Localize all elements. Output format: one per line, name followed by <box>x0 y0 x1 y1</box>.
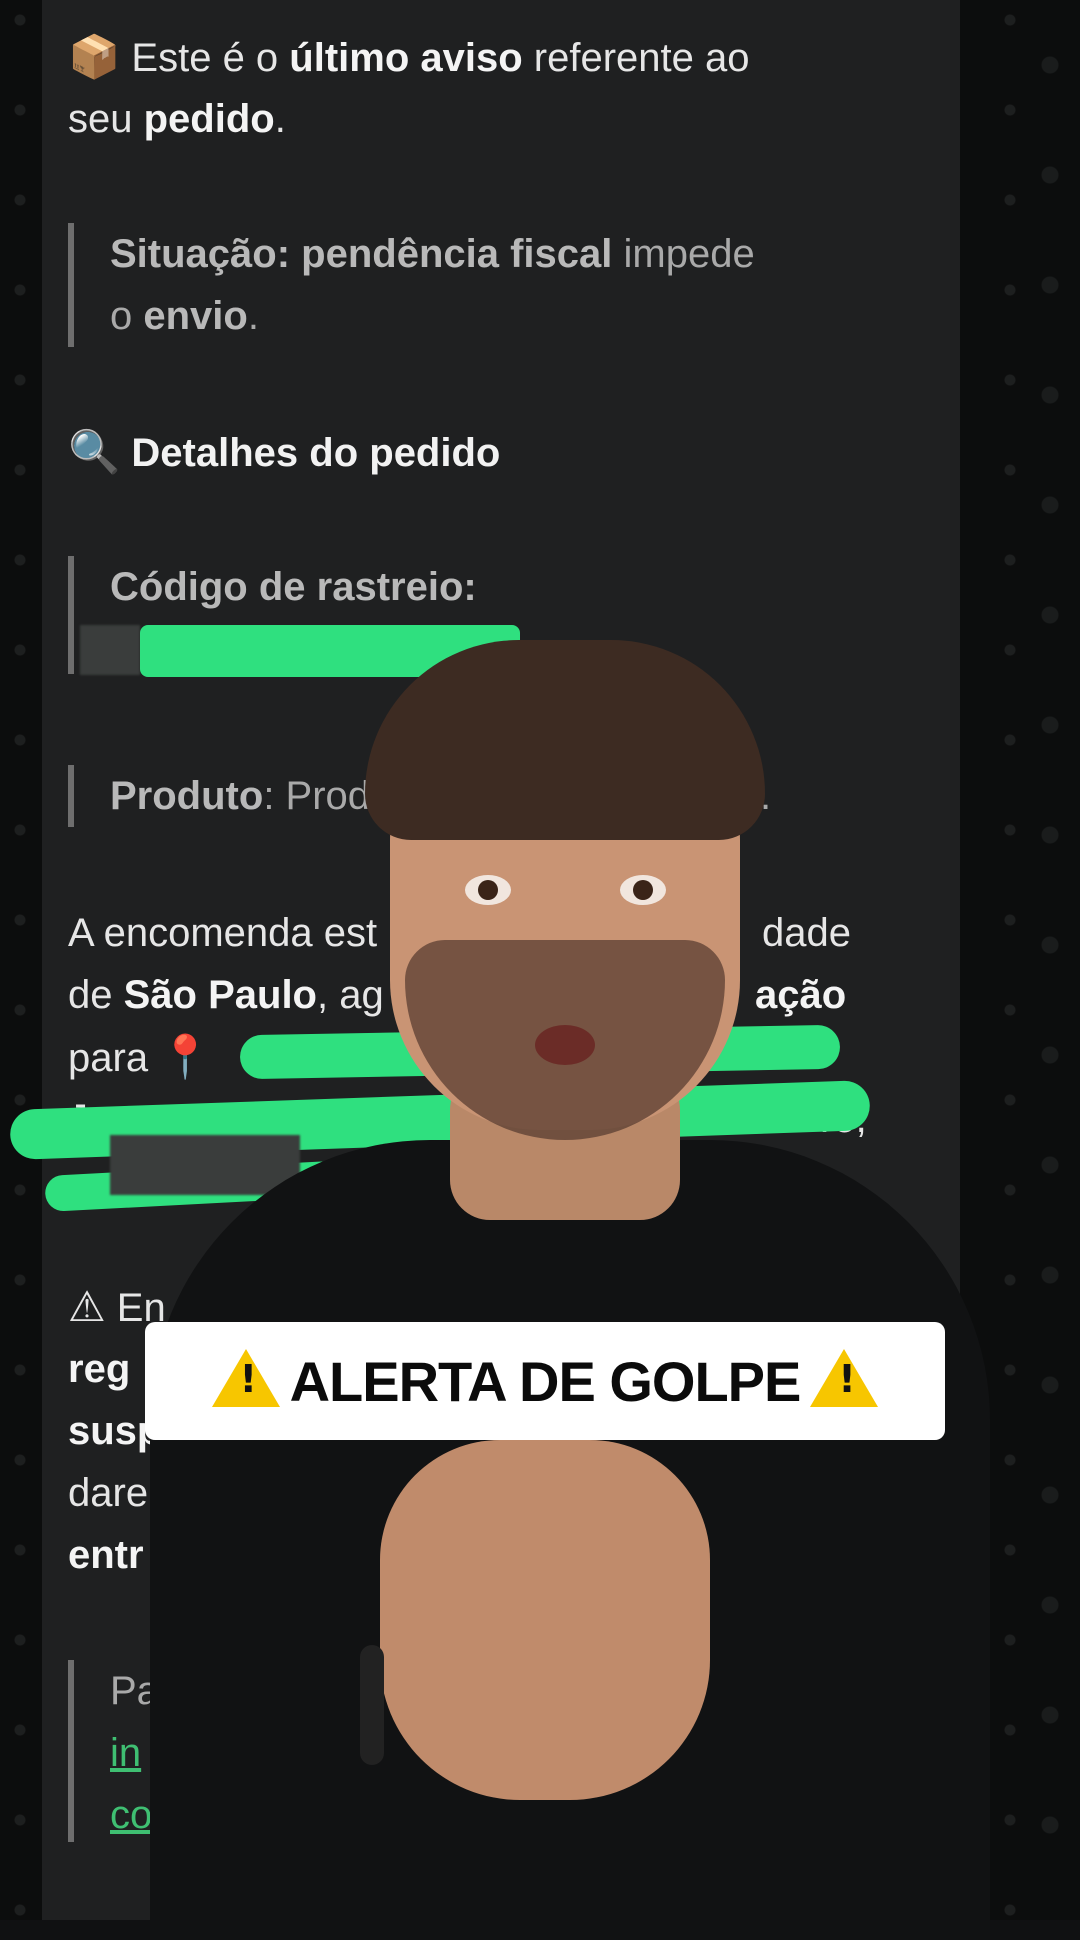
package-icon: 📦 <box>68 32 121 81</box>
warning-icon: ⚠ <box>68 1282 106 1331</box>
scam-alert-caption: ALERTA DE GOLPE <box>145 1322 945 1440</box>
eye <box>465 875 511 905</box>
presenter-hands <box>380 1440 710 1800</box>
situation-quote: Situação: pendência fiscal impede o envi… <box>68 223 755 347</box>
eye <box>620 875 666 905</box>
warning-line-2: reg <box>68 1347 131 1391</box>
intro-line-1: 📦 Este é o último aviso referente ao <box>68 32 750 81</box>
warning-icon <box>810 1349 879 1407</box>
magnifier-icon: 🔍 <box>68 427 121 476</box>
details-title: 🔍 Detalhes do pedido <box>68 427 501 476</box>
presenter-mouth <box>535 1025 595 1065</box>
bracelet <box>360 1645 384 1765</box>
warning-line-4: dare <box>68 1471 149 1515</box>
caption-text: ALERTA DE GOLPE <box>289 1349 802 1413</box>
presenter-hair <box>365 640 765 840</box>
presenter-video-overlay <box>150 640 990 1940</box>
intro-line-2: seu pedido. <box>68 97 286 141</box>
redaction-pixel <box>80 625 140 675</box>
warning-line-5: entr <box>68 1533 144 1577</box>
warning-icon <box>211 1349 280 1407</box>
